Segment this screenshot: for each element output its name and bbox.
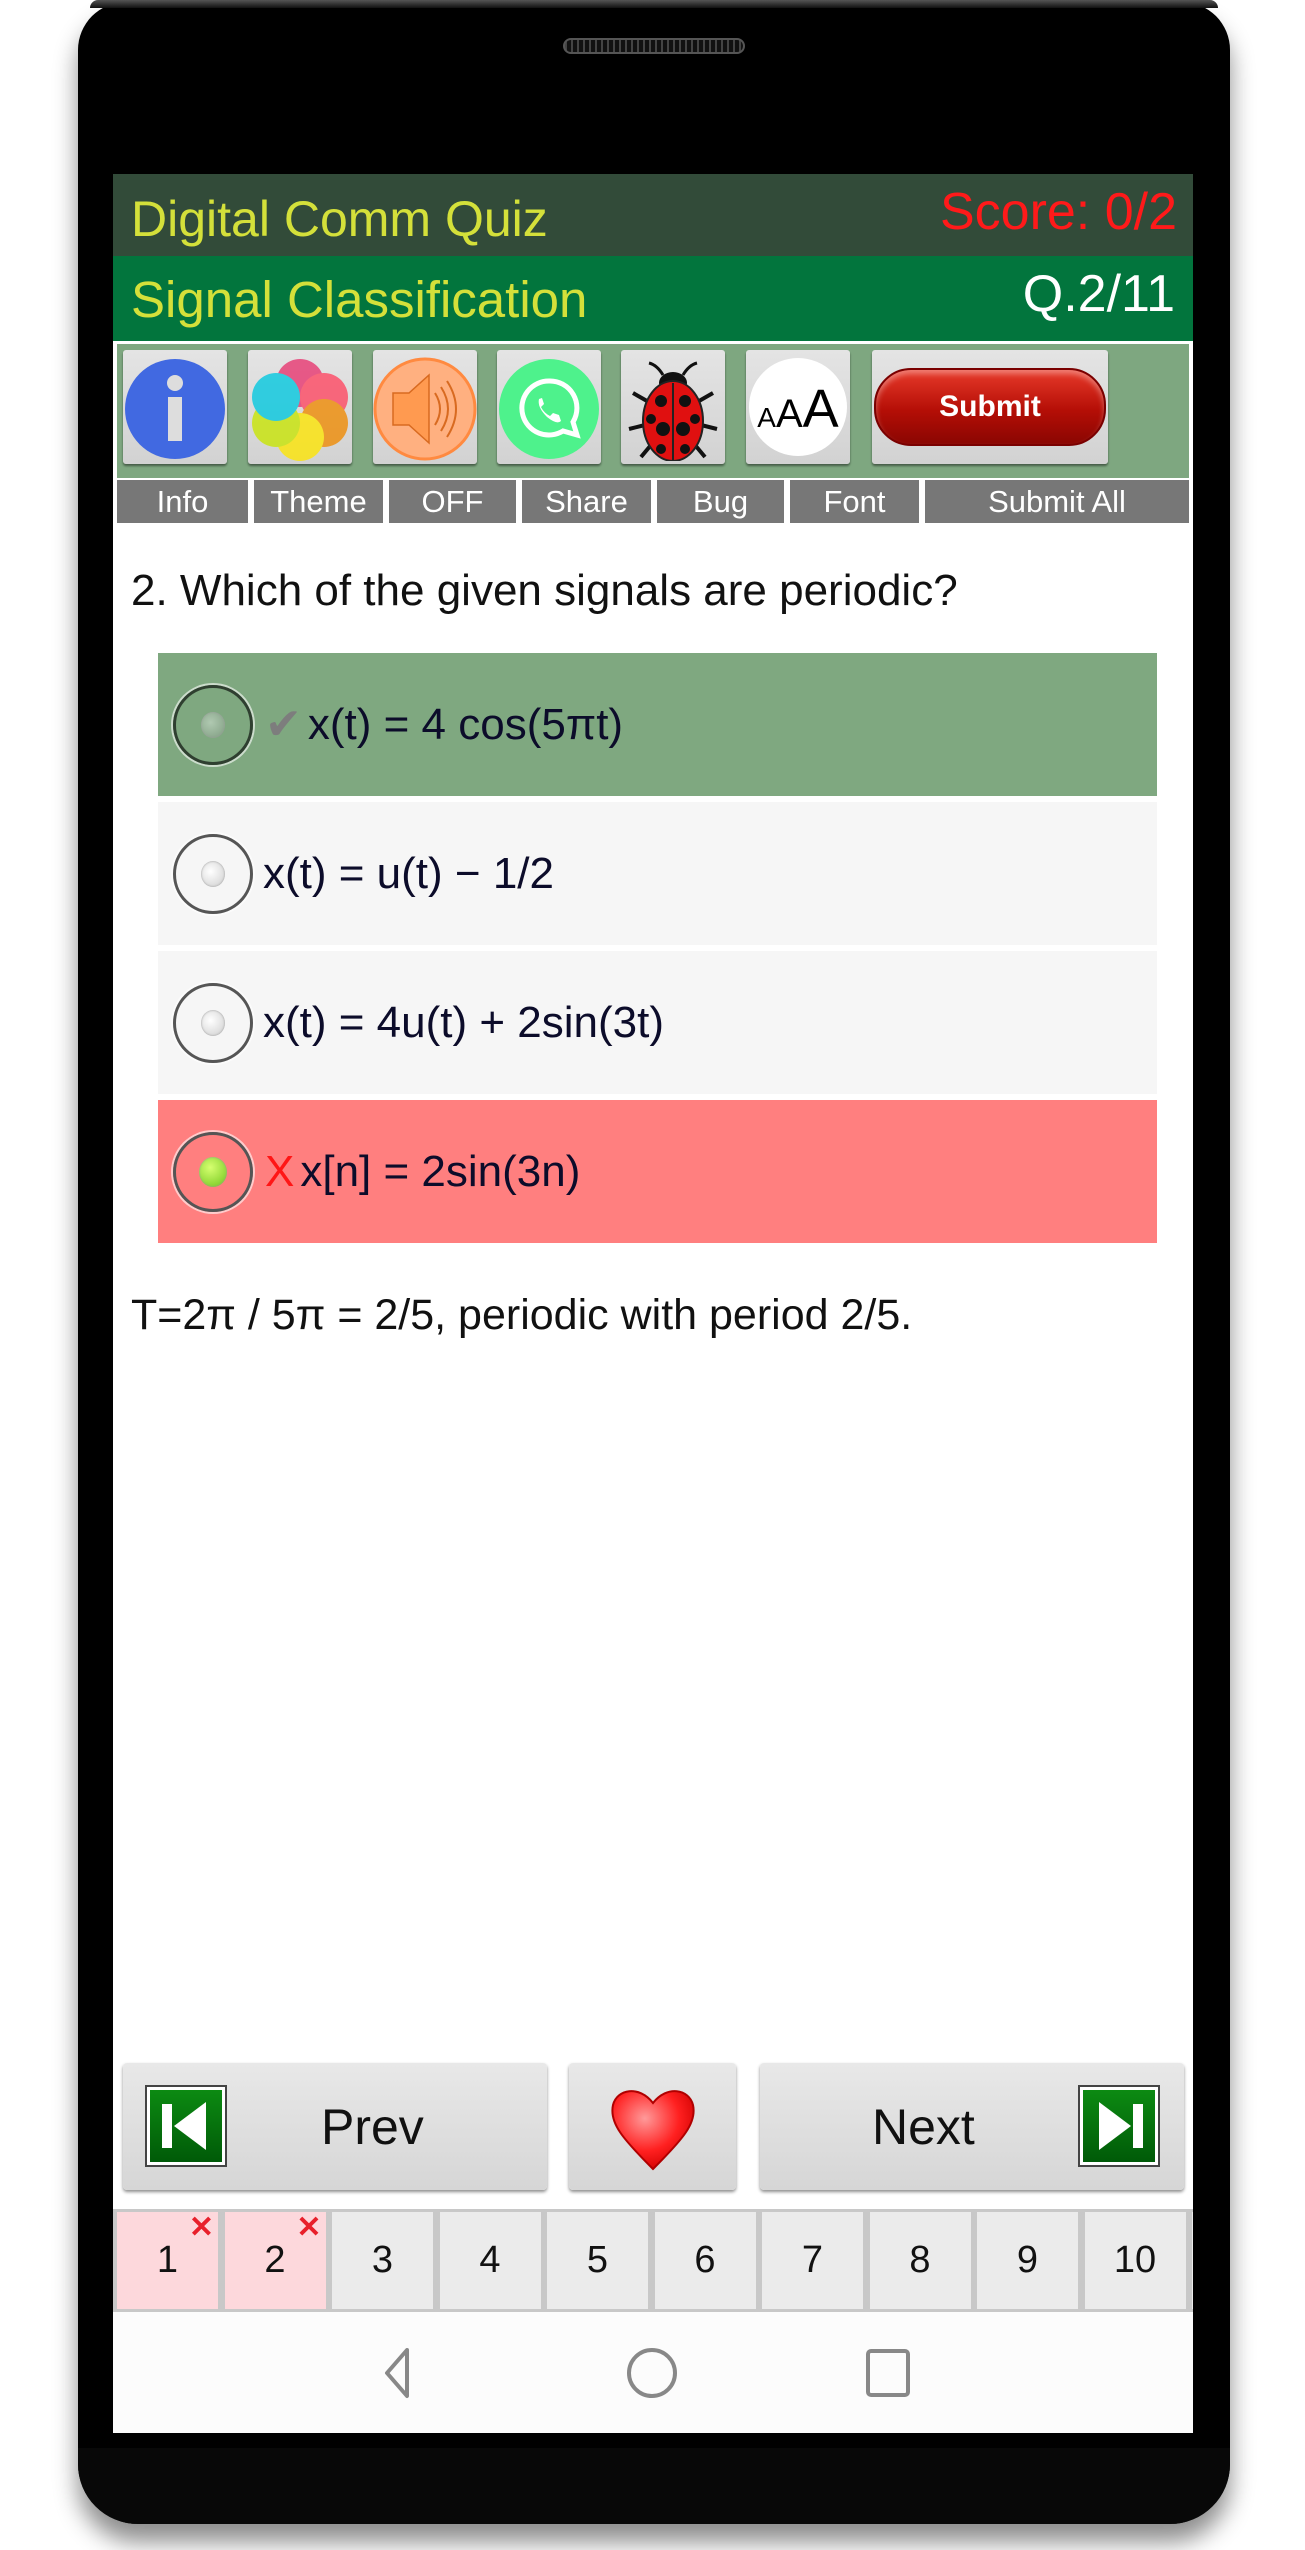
prev-label: Prev [321, 2098, 424, 2155]
label-sound[interactable]: OFF [389, 480, 516, 523]
skip-next-icon [1078, 2085, 1160, 2167]
question-tab-7[interactable]: 7 [762, 2212, 863, 2309]
submit-label: Submit [939, 390, 1041, 423]
speaker-icon [373, 357, 477, 461]
sound-toggle-button[interactable] [373, 350, 477, 464]
option-1[interactable]: ✔ x(t) = 4 cos(5πt) [158, 653, 1157, 796]
wrong-answer-badge-icon: ✕ [296, 2211, 322, 2244]
explanation-text: T=2π / 5π = 2/5, periodic with period 2/… [131, 1291, 913, 1339]
radio-button-selected[interactable] [173, 1131, 253, 1212]
title-bar: Digital Comm Quiz Score: 0/2 [113, 174, 1193, 256]
question-tab-4[interactable]: 4 [439, 2212, 541, 2309]
question-tab-6[interactable]: 6 [654, 2212, 756, 2309]
option-text: x(t) = 4 cos(5πt) [307, 699, 624, 749]
bug-report-button[interactable] [621, 350, 725, 464]
question-tab-10[interactable]: 10 [1084, 2212, 1186, 2309]
submit-pill: Submit [874, 368, 1106, 446]
toolbar: AAA Submit [113, 341, 1193, 478]
prev-button[interactable]: Prev [123, 2063, 547, 2190]
tab-number: 9 [1016, 2239, 1039, 2281]
radio-button[interactable] [173, 982, 253, 1063]
font-size-icon: AAA [749, 358, 847, 456]
font-glyph-large: A [802, 379, 839, 439]
question-tab-1[interactable]: 1 ✕ [117, 2211, 218, 2309]
theme-icon [252, 359, 348, 461]
radio-button[interactable] [173, 833, 253, 914]
heart-icon [611, 2090, 695, 2171]
wrong-cross-icon: X [265, 1146, 295, 1196]
option-3[interactable]: x(t) = 4u(t) + 2sin(3t) [158, 951, 1157, 1094]
option-text: x(t) = u(t) − 1/2 [263, 848, 554, 898]
question-tab-5[interactable]: 5 [547, 2212, 648, 2309]
home-icon[interactable] [617, 2338, 687, 2408]
option-2[interactable]: x(t) = u(t) − 1/2 [158, 802, 1157, 945]
label-theme[interactable]: Theme [254, 480, 383, 523]
option-4[interactable]: X x[n] = 2sin(3n) [158, 1100, 1157, 1243]
phone-chin [78, 2448, 1230, 2524]
label-submit-all[interactable]: Submit All [925, 480, 1189, 523]
question-tab-8[interactable]: 8 [869, 2212, 971, 2309]
info-button[interactable] [123, 350, 227, 464]
skip-previous-icon [145, 2085, 227, 2167]
score-display: Score: 0/2 [939, 183, 1177, 241]
question-tabs: 1✕2✕34567891011 [113, 2209, 1193, 2312]
tab-number: 5 [586, 2239, 609, 2281]
phone-top-rim [90, 0, 1218, 8]
question-counter: Q.2/11 [1022, 265, 1175, 323]
radio-button[interactable] [173, 684, 253, 765]
section-bar: Signal Classification Q.2/11 [113, 256, 1193, 341]
wrong-answer-badge-icon: ✕ [188, 2211, 214, 2244]
question-text: 2. Which of the given signals are period… [131, 566, 958, 615]
tab-number: 7 [801, 2239, 824, 2281]
whatsapp-icon [499, 359, 599, 459]
option-text: x(t) = 4u(t) + 2sin(3t) [263, 997, 665, 1047]
correct-check-icon: ✔ [265, 700, 302, 749]
earpiece-speaker [563, 38, 745, 54]
toolbar-labels: Info Theme OFF Share Bug Font Submit All [113, 480, 1193, 523]
next-label: Next [872, 2098, 975, 2155]
app-title: Digital Comm Quiz [131, 191, 548, 247]
question-tab-2[interactable]: 2 ✕ [224, 2211, 326, 2309]
recents-icon[interactable] [853, 2338, 923, 2408]
option-text: x[n] = 2sin(3n) [300, 1146, 581, 1196]
app-screen: Digital Comm Quiz Score: 0/2 Signal Clas… [113, 174, 1193, 2433]
section-title: Signal Classification [131, 271, 588, 328]
tab-number: 8 [909, 2239, 931, 2281]
theme-button[interactable] [248, 350, 352, 464]
font-glyph-mid: A [775, 392, 803, 436]
label-font[interactable]: Font [790, 480, 919, 523]
tab-number: 6 [694, 2239, 716, 2281]
label-bug[interactable]: Bug [657, 480, 784, 523]
next-button[interactable]: Next [760, 2063, 1184, 2190]
tab-number: 10 [1113, 2239, 1157, 2281]
system-navigation-bar [113, 2312, 1193, 2433]
label-share[interactable]: Share [522, 480, 651, 523]
tab-number: 1 [156, 2239, 179, 2281]
submit-all-button[interactable]: Submit [872, 350, 1108, 464]
favorite-button[interactable] [569, 2063, 736, 2190]
question-tab-3[interactable]: 3 [332, 2212, 433, 2309]
question-tab-11[interactable]: 11 [1192, 2212, 1193, 2309]
tab-number: 2 [264, 2239, 286, 2281]
tab-number: 4 [479, 2239, 501, 2281]
label-info[interactable]: Info [117, 480, 248, 523]
info-icon [125, 359, 225, 459]
font-size-button[interactable]: AAA [746, 350, 850, 464]
ladybug-icon [628, 361, 718, 461]
share-button[interactable] [497, 350, 601, 464]
tab-number: 3 [371, 2239, 394, 2281]
question-tab-9[interactable]: 9 [977, 2212, 1078, 2309]
font-glyph-small: A [757, 402, 776, 433]
back-icon[interactable] [363, 2338, 433, 2408]
